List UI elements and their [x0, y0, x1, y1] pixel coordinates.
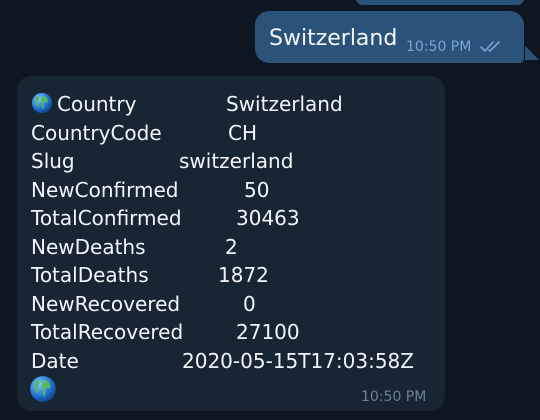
covid-stats-list: Country Switzerland CountryCode CH Slug … — [31, 90, 431, 375]
stat-row-totalrecovered: TotalRecovered 27100 — [31, 318, 431, 347]
globe-icon — [31, 92, 53, 114]
stat-key: CountryCode — [31, 120, 162, 145]
previous-message-bubble[interactable] — [356, 0, 524, 5]
stat-value: 0 — [243, 291, 256, 316]
stat-key: NewDeaths — [31, 234, 146, 259]
stat-value: 30463 — [236, 206, 300, 230]
stat-value: 2 — [225, 234, 238, 259]
outgoing-bubble-tail — [525, 46, 539, 60]
stat-key: NewConfirmed — [31, 177, 179, 202]
outgoing-message-meta: 10:50 PM — [406, 38, 504, 56]
stat-row-countrycode: CountryCode CH — [31, 119, 431, 148]
stat-row-newconfirmed: NewConfirmed 50 — [31, 176, 431, 205]
stat-row-totaldeaths: TotalDeaths 1872 — [31, 261, 431, 290]
chat-window: Switzerland 10:50 PM Country Switzerland… — [0, 0, 540, 420]
stat-row-totalconfirmed: TotalConfirmed 30463 — [31, 204, 431, 233]
stat-value: 27100 — [236, 320, 300, 344]
outgoing-message-time: 10:50 PM — [406, 39, 472, 55]
stat-row-newrecovered: NewRecovered 0 — [31, 290, 431, 319]
stat-key: TotalRecovered — [31, 320, 184, 344]
stat-row-country: Country Switzerland — [31, 90, 431, 119]
stat-value: 2020-05-15T17:03:58Z — [182, 348, 414, 373]
double-check-icon — [479, 41, 500, 52]
outgoing-message-text: Switzerland — [269, 26, 398, 51]
stat-value: 50 — [244, 177, 270, 202]
stat-key: Slug — [31, 149, 75, 173]
stat-value: 1872 — [218, 263, 269, 287]
stat-row-newdeaths: NewDeaths 2 — [31, 233, 431, 262]
stat-value: CH — [228, 120, 258, 145]
stat-key: Country — [31, 90, 136, 118]
globe-icon — [30, 376, 56, 402]
stat-key: Date — [31, 348, 79, 373]
stat-value: switzerland — [179, 149, 294, 173]
stat-row-slug: Slug switzerland — [31, 147, 431, 176]
stat-key: NewRecovered — [31, 291, 181, 316]
outgoing-message-bubble[interactable]: Switzerland 10:50 PM — [255, 11, 524, 63]
stat-value: Switzerland — [226, 92, 343, 116]
incoming-message-bubble[interactable]: Country Switzerland CountryCode CH Slug … — [17, 76, 445, 411]
stat-key: TotalConfirmed — [31, 206, 182, 230]
stat-row-date: Date 2020-05-15T17:03:58Z — [31, 347, 431, 376]
incoming-message-time: 10:50 PM — [361, 389, 427, 405]
stat-key: TotalDeaths — [31, 263, 149, 287]
